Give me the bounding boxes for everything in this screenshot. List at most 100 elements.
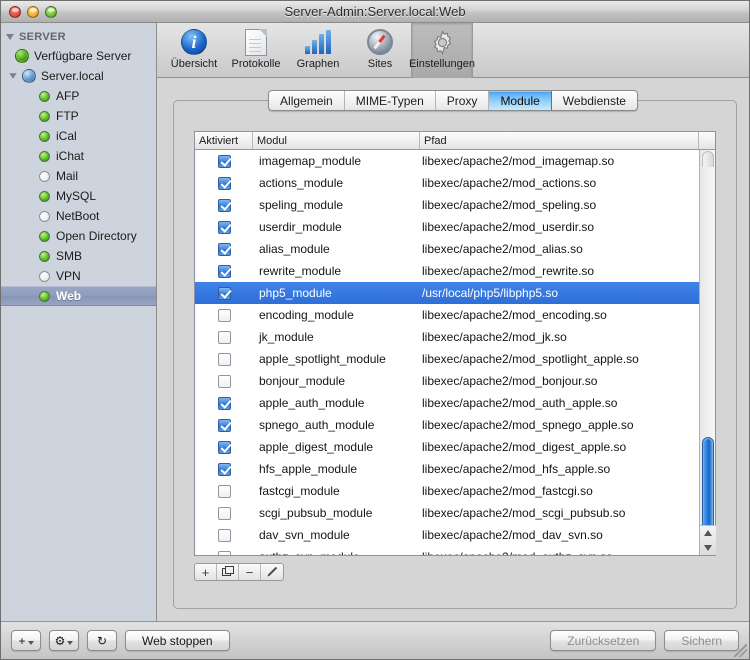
row-checkbox-cell[interactable] xyxy=(195,243,253,256)
toolbar-item-graphen[interactable]: Graphen xyxy=(287,23,349,78)
enabled-checkbox[interactable] xyxy=(218,155,231,168)
sidebar-item-netboot[interactable]: NetBoot xyxy=(1,206,156,226)
sidebar-item-verfuegbare-server[interactable]: Verfügbare Server xyxy=(1,46,156,66)
enabled-checkbox[interactable] xyxy=(218,221,231,234)
row-checkbox-cell[interactable] xyxy=(195,353,253,366)
enabled-checkbox[interactable] xyxy=(218,309,231,322)
table-row[interactable]: hfs_apple_module libexec/apache2/mod_hfs… xyxy=(195,458,699,480)
edit-module-button[interactable] xyxy=(261,564,283,580)
refresh-button[interactable]: ↻ xyxy=(87,630,117,651)
toolbar-item-uebersicht[interactable]: i Übersicht xyxy=(163,23,225,78)
table-row[interactable]: rewrite_module libexec/apache2/mod_rewri… xyxy=(195,260,699,282)
settings-menu-button[interactable]: ⚙ xyxy=(49,630,79,651)
gear-icon xyxy=(429,27,456,57)
row-checkbox-cell[interactable] xyxy=(195,397,253,410)
enabled-checkbox[interactable] xyxy=(218,199,231,212)
enabled-checkbox[interactable] xyxy=(218,265,231,278)
tab-proxy[interactable]: Proxy xyxy=(436,91,490,110)
save-button[interactable]: Sichern xyxy=(664,630,739,651)
table-row[interactable]: encoding_module libexec/apache2/mod_enco… xyxy=(195,304,699,326)
scroll-up-icon[interactable] xyxy=(704,530,712,536)
enabled-checkbox[interactable] xyxy=(218,441,231,454)
sidebar-item-web[interactable]: Web xyxy=(1,286,156,306)
enabled-checkbox[interactable] xyxy=(218,551,231,556)
enabled-checkbox[interactable] xyxy=(218,485,231,498)
toolbar-item-label: Einstellungen xyxy=(409,58,475,70)
row-checkbox-cell[interactable] xyxy=(195,331,253,344)
sidebar-item-mysql[interactable]: MySQL xyxy=(1,186,156,206)
sidebar-item-afp[interactable]: AFP xyxy=(1,86,156,106)
table-row[interactable]: jk_module libexec/apache2/mod_jk.so xyxy=(195,326,699,348)
row-checkbox-cell[interactable] xyxy=(195,177,253,190)
row-checkbox-cell[interactable] xyxy=(195,441,253,454)
sidebar-group-server[interactable]: SERVER xyxy=(1,28,156,46)
column-header-aktiviert[interactable]: Aktiviert xyxy=(195,132,253,149)
table-row[interactable]: apple_spotlight_module libexec/apache2/m… xyxy=(195,348,699,370)
table-row[interactable]: authz_svn_module libexec/apache2/mod_aut… xyxy=(195,546,699,555)
enabled-checkbox[interactable] xyxy=(218,177,231,190)
enabled-checkbox[interactable] xyxy=(218,243,231,256)
table-row[interactable]: speling_module libexec/apache2/mod_speli… xyxy=(195,194,699,216)
toolbar-item-sites[interactable]: Sites xyxy=(349,23,411,78)
table-row[interactable]: dav_svn_module libexec/apache2/mod_dav_s… xyxy=(195,524,699,546)
enabled-checkbox[interactable] xyxy=(218,353,231,366)
row-checkbox-cell[interactable] xyxy=(195,155,253,168)
toolbar-item-einstellungen[interactable]: Einstellungen xyxy=(411,23,473,78)
row-checkbox-cell[interactable] xyxy=(195,309,253,322)
enabled-checkbox[interactable] xyxy=(218,419,231,432)
tab-webdienste[interactable]: Webdienste xyxy=(552,91,637,110)
duplicate-module-button[interactable] xyxy=(217,564,239,580)
sidebar-item-smb[interactable]: SMB xyxy=(1,246,156,266)
row-checkbox-cell[interactable] xyxy=(195,463,253,476)
add-server-button[interactable]: + xyxy=(11,630,41,651)
sidebar-item-mail[interactable]: Mail xyxy=(1,166,156,186)
enabled-checkbox[interactable] xyxy=(218,375,231,388)
table-row[interactable]: apple_digest_module libexec/apache2/mod_… xyxy=(195,436,699,458)
table-row[interactable]: scgi_pubsub_module libexec/apache2/mod_s… xyxy=(195,502,699,524)
toolbar-item-protokolle[interactable]: Protokolle xyxy=(225,23,287,78)
row-checkbox-cell[interactable] xyxy=(195,529,253,542)
row-checkbox-cell[interactable] xyxy=(195,507,253,520)
row-checkbox-cell[interactable] xyxy=(195,551,253,556)
row-checkbox-cell[interactable] xyxy=(195,375,253,388)
sidebar-item-open-directory[interactable]: Open Directory xyxy=(1,226,156,246)
table-row[interactable]: bonjour_module libexec/apache2/mod_bonjo… xyxy=(195,370,699,392)
table-row[interactable]: spnego_auth_module libexec/apache2/mod_s… xyxy=(195,414,699,436)
column-header-modul[interactable]: Modul xyxy=(253,132,420,149)
table-row-selected[interactable]: php5_module /usr/local/php5/libphp5.so xyxy=(195,282,699,304)
table-row[interactable]: actions_module libexec/apache2/mod_actio… xyxy=(195,172,699,194)
row-checkbox-cell[interactable] xyxy=(195,419,253,432)
enabled-checkbox[interactable] xyxy=(218,331,231,344)
enabled-checkbox[interactable] xyxy=(218,507,231,520)
stop-web-service-button[interactable]: Web stoppen xyxy=(125,630,230,651)
scroll-down-icon[interactable] xyxy=(704,545,712,551)
table-row[interactable]: userdir_module libexec/apache2/mod_userd… xyxy=(195,216,699,238)
row-checkbox-cell[interactable] xyxy=(195,265,253,278)
reset-button[interactable]: Zurücksetzen xyxy=(550,630,656,651)
row-checkbox-cell[interactable] xyxy=(195,287,253,300)
sidebar-item-ftp[interactable]: FTP xyxy=(1,106,156,126)
enabled-checkbox[interactable] xyxy=(218,529,231,542)
resize-grip[interactable] xyxy=(734,644,747,657)
row-checkbox-cell[interactable] xyxy=(195,199,253,212)
add-module-button[interactable]: + xyxy=(195,564,217,580)
sidebar-item-ichat[interactable]: iChat xyxy=(1,146,156,166)
table-row[interactable]: fastcgi_module libexec/apache2/mod_fastc… xyxy=(195,480,699,502)
table-row[interactable]: apple_auth_module libexec/apache2/mod_au… xyxy=(195,392,699,414)
sidebar-item-ical[interactable]: iCal xyxy=(1,126,156,146)
sidebar-item-server-local[interactable]: Server.local xyxy=(1,66,156,86)
enabled-checkbox[interactable] xyxy=(218,287,231,300)
row-checkbox-cell[interactable] xyxy=(195,221,253,234)
enabled-checkbox[interactable] xyxy=(218,463,231,476)
table-row[interactable]: imagemap_module libexec/apache2/mod_imag… xyxy=(195,150,699,172)
tab-module[interactable]: Module xyxy=(489,91,551,110)
table-row[interactable]: alias_module libexec/apache2/mod_alias.s… xyxy=(195,238,699,260)
table-vertical-scrollbar[interactable] xyxy=(699,150,715,555)
column-header-pfad[interactable]: Pfad xyxy=(420,132,699,149)
tab-allgemein[interactable]: Allgemein xyxy=(269,91,345,110)
remove-module-button[interactable]: − xyxy=(239,564,261,580)
tab-mime-typen[interactable]: MIME-Typen xyxy=(345,91,436,110)
sidebar-item-vpn[interactable]: VPN xyxy=(1,266,156,286)
enabled-checkbox[interactable] xyxy=(218,397,231,410)
row-checkbox-cell[interactable] xyxy=(195,485,253,498)
